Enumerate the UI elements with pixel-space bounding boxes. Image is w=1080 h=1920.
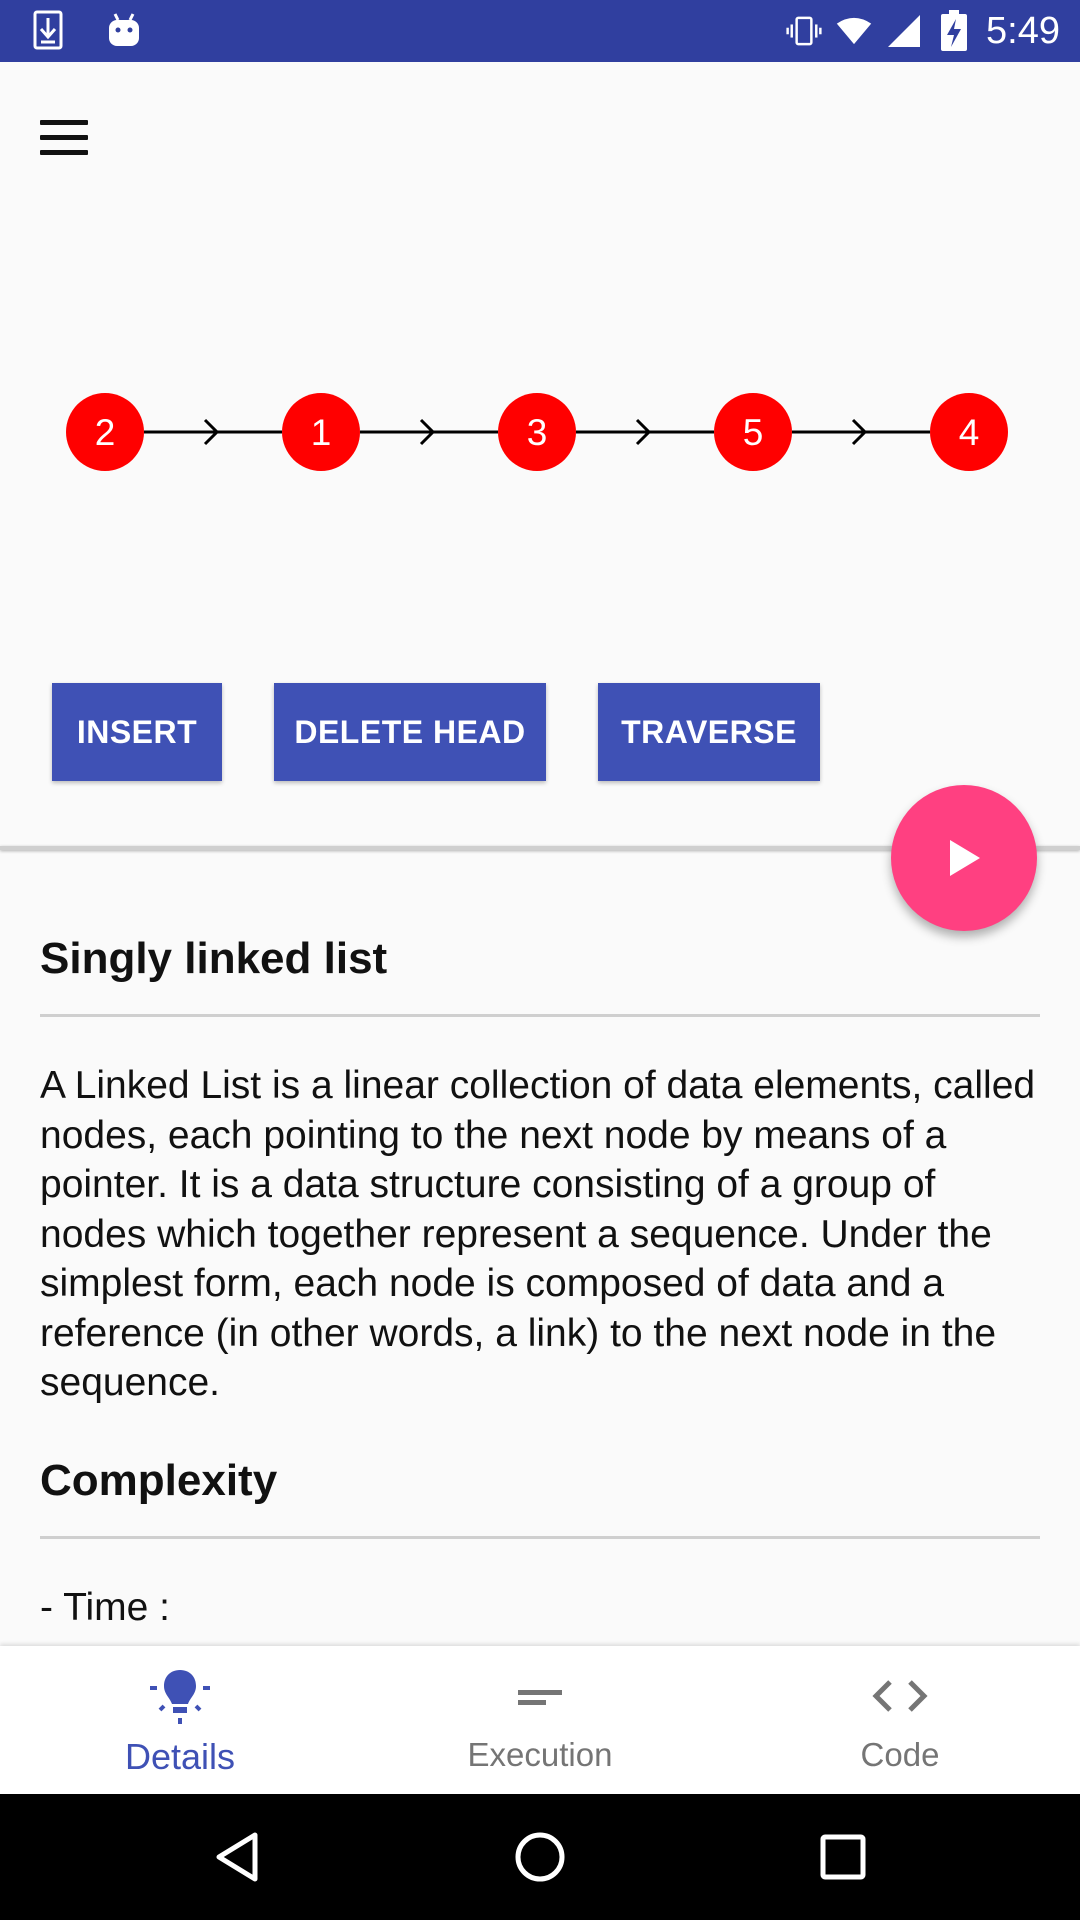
battery-charging-icon <box>936 10 972 51</box>
content-description: A Linked List is a linear collection of … <box>40 1064 1036 1404</box>
short-text-icon <box>518 1666 562 1726</box>
nav-item-code[interactable]: Code <box>720 1646 1080 1794</box>
list-node-value-2: 3 <box>527 412 548 453</box>
hamburger-menu-icon[interactable] <box>40 112 108 162</box>
linked-list-diagram: 2 1 3 5 4 <box>66 393 1008 471</box>
download-icon <box>30 10 66 50</box>
list-node-value-3: 5 <box>743 412 764 453</box>
title-divider <box>40 1014 1040 1017</box>
list-node-value-1: 1 <box>311 412 332 453</box>
nav-label-details: Details <box>124 1736 236 1777</box>
traverse-button[interactable]: TRAVERSE <box>598 683 820 781</box>
bottom-navigation: Details Execution Code <box>0 1646 1080 1794</box>
nav-label-execution: Execution <box>467 1736 613 1773</box>
wifi-icon <box>836 11 872 51</box>
signal-icon <box>886 11 922 51</box>
content-title: Singly linked list <box>40 934 388 983</box>
system-navigation-bar <box>0 1794 1080 1920</box>
details-content: Singly linked list A Linked List is a li… <box>40 920 1040 1644</box>
insert-button[interactable]: INSERT <box>52 683 222 781</box>
complexity-title: Complexity <box>40 1455 278 1505</box>
nav-label-code: Code <box>860 1736 940 1773</box>
play-button[interactable] <box>891 785 1037 931</box>
nav-item-execution[interactable]: Execution <box>360 1646 720 1794</box>
time-label: - Time : <box>40 1585 171 1629</box>
back-icon[interactable] <box>177 1794 297 1920</box>
list-node-value-0: 2 <box>95 412 116 453</box>
android-icon <box>106 10 142 50</box>
play-icon <box>950 840 980 876</box>
code-icon <box>872 1666 928 1726</box>
list-node-value-4: 4 <box>959 412 980 453</box>
nav-item-details[interactable]: Details <box>0 1646 360 1794</box>
home-icon[interactable] <box>480 1794 600 1920</box>
vibrate-icon <box>786 11 822 51</box>
recents-icon[interactable] <box>783 1794 903 1920</box>
delete-head-button[interactable]: DELETE HEAD <box>274 683 546 781</box>
complexity-divider <box>40 1535 1040 1539</box>
action-buttons: INSERT DELETE HEAD TRAVERSE <box>0 683 1080 781</box>
lightbulb-icon <box>148 1666 212 1726</box>
status-time: 5:49 <box>986 9 1060 52</box>
status-bar: 5:49 <box>0 0 1080 62</box>
